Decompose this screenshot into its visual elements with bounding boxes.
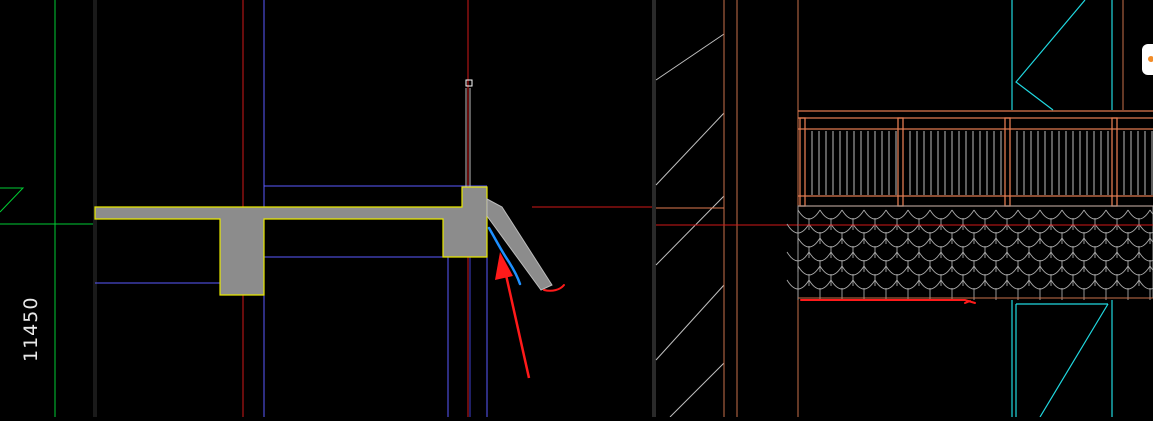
tile-scallop xyxy=(841,265,865,276)
tile-scallop xyxy=(918,251,942,262)
tile-scallop xyxy=(1083,265,1107,276)
tile-scallop xyxy=(940,279,964,290)
tile-scallop xyxy=(1028,251,1052,262)
tile-scallop xyxy=(973,237,997,248)
panel-divider xyxy=(652,0,656,417)
tile-scallop xyxy=(1105,237,1129,248)
tile-scallop xyxy=(852,251,876,262)
tile-scallop xyxy=(819,265,843,276)
tile-scallop xyxy=(1072,279,1096,290)
tile-scallop xyxy=(819,237,843,248)
roof-tiles xyxy=(786,209,1153,300)
tile-scallop xyxy=(1116,279,1140,290)
tile-scallop xyxy=(1017,209,1041,220)
tile-scallop xyxy=(995,209,1019,220)
tile-scallop xyxy=(1017,265,1041,276)
tile-scallop xyxy=(1094,279,1118,290)
tile-scallop xyxy=(1039,265,1063,276)
tile-scallop xyxy=(907,209,931,220)
annotation-arrow-icon xyxy=(495,252,531,379)
tile-scallop xyxy=(1116,251,1140,262)
tile-scallop xyxy=(1083,209,1107,220)
orange-frame-lines xyxy=(656,0,799,417)
tile-scallop xyxy=(929,237,953,248)
tile-scallop xyxy=(929,265,953,276)
tile-scallop xyxy=(885,237,909,248)
tile-scallop xyxy=(907,265,931,276)
tile-scallop xyxy=(1050,251,1074,262)
tile-scallop xyxy=(1094,251,1118,262)
tile-scallop xyxy=(1006,251,1030,262)
tile-scallop xyxy=(1127,265,1151,276)
tile-scallop xyxy=(951,209,975,220)
tile-scallop xyxy=(896,251,920,262)
tile-scallop xyxy=(863,209,887,220)
tile-scallop xyxy=(1039,209,1063,220)
tile-scallop xyxy=(1028,279,1052,290)
tile-scallop xyxy=(940,251,964,262)
tile-scallop xyxy=(841,209,865,220)
tile-scallop xyxy=(1105,265,1129,276)
tile-scallop xyxy=(962,251,986,262)
markup-red-underline xyxy=(800,299,976,304)
callout-bubble[interactable] xyxy=(1142,44,1153,75)
tile-scallop xyxy=(1050,279,1074,290)
tile-scallop xyxy=(1039,237,1063,248)
cad-drawing-viewport[interactable] xyxy=(0,0,1153,418)
tile-scallop xyxy=(1083,237,1107,248)
tile-scallop xyxy=(973,209,997,220)
tile-scallop xyxy=(797,209,821,220)
green-grid-lines xyxy=(0,0,95,417)
tile-scallop xyxy=(984,279,1008,290)
cyan-window-top xyxy=(1011,0,1113,111)
tile-scallop xyxy=(929,209,953,220)
railing-balusters xyxy=(811,131,1153,195)
tile-scallop xyxy=(962,279,986,290)
tile-scallop xyxy=(1061,209,1085,220)
tile-scallop xyxy=(1127,237,1151,248)
tile-scallop xyxy=(918,279,942,290)
railing xyxy=(798,110,1153,207)
cyan-window-bottom xyxy=(1011,300,1113,418)
tile-scallop xyxy=(896,279,920,290)
tile-scallop xyxy=(885,265,909,276)
tile-scallop xyxy=(1006,279,1030,290)
grip-handle-icon[interactable] xyxy=(465,79,473,187)
tile-scallop xyxy=(852,279,876,290)
tile-scallop xyxy=(863,237,887,248)
tile-scallop xyxy=(1061,265,1085,276)
tile-scallop xyxy=(797,265,821,276)
slab-section xyxy=(94,186,488,296)
tile-scallop xyxy=(907,237,931,248)
tile-scallop xyxy=(951,265,975,276)
tile-scallop xyxy=(1017,237,1041,248)
tile-scallop xyxy=(951,237,975,248)
tile-scallop xyxy=(830,251,854,262)
tile-scallop xyxy=(874,279,898,290)
tile-scallop xyxy=(830,279,854,290)
tile-scallop xyxy=(1138,251,1153,262)
tile-scallop xyxy=(874,251,898,262)
tile-scallop xyxy=(1138,279,1153,290)
tile-scallop xyxy=(797,237,821,248)
tile-band-frame xyxy=(797,205,1153,299)
tile-scallop xyxy=(984,251,1008,262)
tile-scallop xyxy=(1061,237,1085,248)
tile-scallop xyxy=(885,209,909,220)
dimension-label: 11450 xyxy=(20,296,42,362)
tile-scallop xyxy=(819,209,843,220)
tile-scallop xyxy=(808,279,832,290)
cad-canvas[interactable] xyxy=(0,0,1153,418)
tile-scallop xyxy=(1072,251,1096,262)
tile-scallop xyxy=(995,237,1019,248)
tile-scallop xyxy=(808,251,832,262)
tile-scallop xyxy=(1105,209,1129,220)
tile-scallop xyxy=(973,265,997,276)
tile-scallop xyxy=(841,237,865,248)
tile-scallop xyxy=(863,265,887,276)
tile-scallop xyxy=(995,265,1019,276)
tile-scallop xyxy=(1127,209,1151,220)
